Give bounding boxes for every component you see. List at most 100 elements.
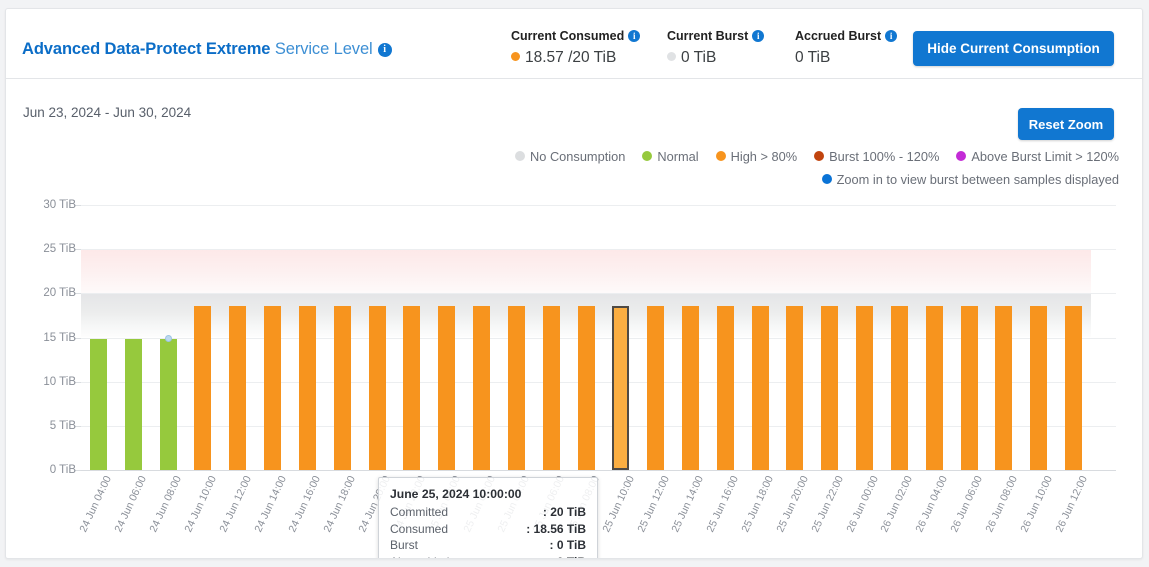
legend-item-label: Above Burst Limit > 120% <box>971 149 1119 164</box>
chart-bar[interactable] <box>682 306 699 470</box>
metric-current-burst-label: Current Burst <box>667 29 748 43</box>
x-axis-label: 25 Jun 16:00 <box>705 474 742 534</box>
chart-bar[interactable] <box>647 306 664 470</box>
tooltip-row: Above Limit: 0 TiB <box>390 554 586 560</box>
y-axis-label: 15 TiB <box>43 332 76 344</box>
metric-current-consumed: Current Consumed i 18.57 /20 TiB <box>511 29 640 67</box>
x-axis-label: 25 Jun 12:00 <box>635 474 672 534</box>
metric-color-dot <box>511 52 520 61</box>
metric-value-wrap: 0 TiB <box>667 49 764 67</box>
metric-label: Current Consumed i <box>511 29 640 43</box>
legend-color-dot-icon <box>642 151 652 161</box>
x-axis-label: 25 Jun 10:00 <box>600 474 637 534</box>
chart-bars <box>81 194 1116 470</box>
legend-color-dot-icon <box>822 174 832 184</box>
hide-current-consumption-button[interactable]: Hide Current Consumption <box>913 31 1114 66</box>
service-level-card: Advanced Data-Protect Extreme Service Le… <box>5 8 1143 559</box>
tooltip-title: June 25, 2024 10:00:00 <box>390 487 586 501</box>
reset-zoom-button[interactable]: Reset Zoom <box>1018 108 1114 140</box>
metric-current-consumed-label: Current Consumed <box>511 29 624 43</box>
y-axis-label: 5 TiB <box>50 420 76 432</box>
info-icon[interactable]: i <box>628 30 640 42</box>
tooltip-row-spacer <box>453 554 550 560</box>
legend-item-label: Zoom in to view burst between samples di… <box>837 172 1119 187</box>
tooltip-row-spacer <box>448 521 526 538</box>
x-axis-label: 26 Jun 06:00 <box>948 474 985 534</box>
page-title-strong: Advanced Data-Protect Extreme <box>22 40 270 58</box>
chart-bar[interactable] <box>717 306 734 470</box>
chart-bar[interactable] <box>752 306 769 470</box>
metric-label: Accrued Bursti <box>795 29 897 43</box>
chart-bar[interactable] <box>786 306 803 470</box>
x-axis-label: 26 Jun 10:00 <box>1018 474 1055 534</box>
metric-accrued-burst: Accrued Bursti 0 TiB <box>795 29 897 67</box>
legend-row-secondary: Zoom in to view burst between samples di… <box>822 172 1119 187</box>
chart-bar[interactable] <box>821 306 838 470</box>
info-icon[interactable]: i <box>885 30 897 42</box>
chart-bar[interactable] <box>299 306 316 470</box>
tooltip-rows: Committed: 20 TiBConsumed: 18.56 TiBBurs… <box>390 504 586 559</box>
legend-item-1[interactable]: Normal <box>642 149 698 164</box>
chart-bar[interactable] <box>961 306 978 470</box>
chart-bar[interactable] <box>334 306 351 470</box>
legend-item-0[interactable]: No Consumption <box>515 149 625 164</box>
metric-value-wrap: 18.57 /20 TiB <box>511 49 640 67</box>
chart-bar[interactable] <box>125 339 142 470</box>
chart-bar[interactable] <box>1065 306 1082 470</box>
chart-bar-selected[interactable] <box>612 306 629 470</box>
burst-sample-marker-icon[interactable] <box>165 335 172 342</box>
page-title: Advanced Data-Protect Extreme Service Le… <box>22 40 392 59</box>
chart-bar[interactable] <box>543 306 560 470</box>
tooltip-row-value: : 20 TiB <box>543 504 586 521</box>
chart-legend: No Consumption Normal High > 80% Burst 100%… <box>6 149 1143 189</box>
x-axis-label: 26 Jun 00:00 <box>844 474 881 534</box>
chart-bar[interactable] <box>995 306 1012 470</box>
x-axis-label: 26 Jun 08:00 <box>983 474 1020 534</box>
metric-label: Current Burst i <box>667 29 764 43</box>
chart-bar[interactable] <box>369 306 386 470</box>
legend-item-label: No Consumption <box>530 149 625 164</box>
legend-item-2[interactable]: High > 80% <box>716 149 798 164</box>
tooltip-row-value: : 0 TiB <box>550 554 586 560</box>
x-axis-label: 24 Jun 12:00 <box>217 474 254 534</box>
chart-bar[interactable] <box>194 306 211 470</box>
x-axis-label: 25 Jun 14:00 <box>670 474 707 534</box>
tooltip-row: Consumed: 18.56 TiB <box>390 521 586 538</box>
x-axis-label: 24 Jun 10:00 <box>182 474 219 534</box>
chart-bar[interactable] <box>90 339 107 470</box>
chart-bar[interactable] <box>578 306 595 470</box>
chart-bar[interactable] <box>403 306 420 470</box>
chart-bar[interactable] <box>1030 306 1047 470</box>
chart-bar[interactable] <box>508 306 525 470</box>
tooltip-row-key: Committed <box>390 504 448 521</box>
chart-bar[interactable] <box>264 306 281 470</box>
tooltip-row-value: : 18.56 TiB <box>526 521 586 538</box>
chart-bar[interactable] <box>856 306 873 470</box>
legend-item-secondary-0[interactable]: Zoom in to view burst between samples di… <box>822 172 1119 187</box>
chart-tooltip: June 25, 2024 10:00:00 Committed : 20 TiB… <box>378 477 598 559</box>
x-axis-label: 24 Jun 08:00 <box>147 474 184 534</box>
legend-item-3[interactable]: Burst 100% - 120% <box>814 149 939 164</box>
legend-item-4[interactable]: Above Burst Limit > 120% <box>956 149 1119 164</box>
legend-item-label: Burst 100% - 120% <box>829 149 939 164</box>
chart-bar[interactable] <box>473 306 490 470</box>
metric-current-consumed-value: 18.57 /20 TiB <box>525 49 616 66</box>
info-icon[interactable]: i <box>752 30 764 42</box>
chart-bar[interactable] <box>926 306 943 470</box>
metric-color-dot <box>667 52 676 61</box>
y-axis-label: 10 TiB <box>43 376 76 388</box>
chart-bar[interactable] <box>160 339 177 470</box>
legend-item-label: Normal <box>657 149 698 164</box>
metric-value-wrap: 0 TiB <box>795 49 897 67</box>
x-axis-label: 26 Jun 02:00 <box>879 474 916 534</box>
x-axis-label: 25 Jun 22:00 <box>809 474 846 534</box>
chart-bar[interactable] <box>229 306 246 470</box>
chart-bar[interactable] <box>438 306 455 470</box>
x-axis-label: 24 Jun 14:00 <box>252 474 289 534</box>
y-axis-label: 25 TiB <box>43 243 76 255</box>
x-axis-label: 24 Jun 04:00 <box>78 474 115 534</box>
chart-bar[interactable] <box>891 306 908 470</box>
info-icon[interactable]: i <box>378 43 392 57</box>
card-header: Advanced Data-Protect Extreme Service Le… <box>6 9 1142 79</box>
tooltip-row-value: : 0 TiB <box>550 537 586 554</box>
